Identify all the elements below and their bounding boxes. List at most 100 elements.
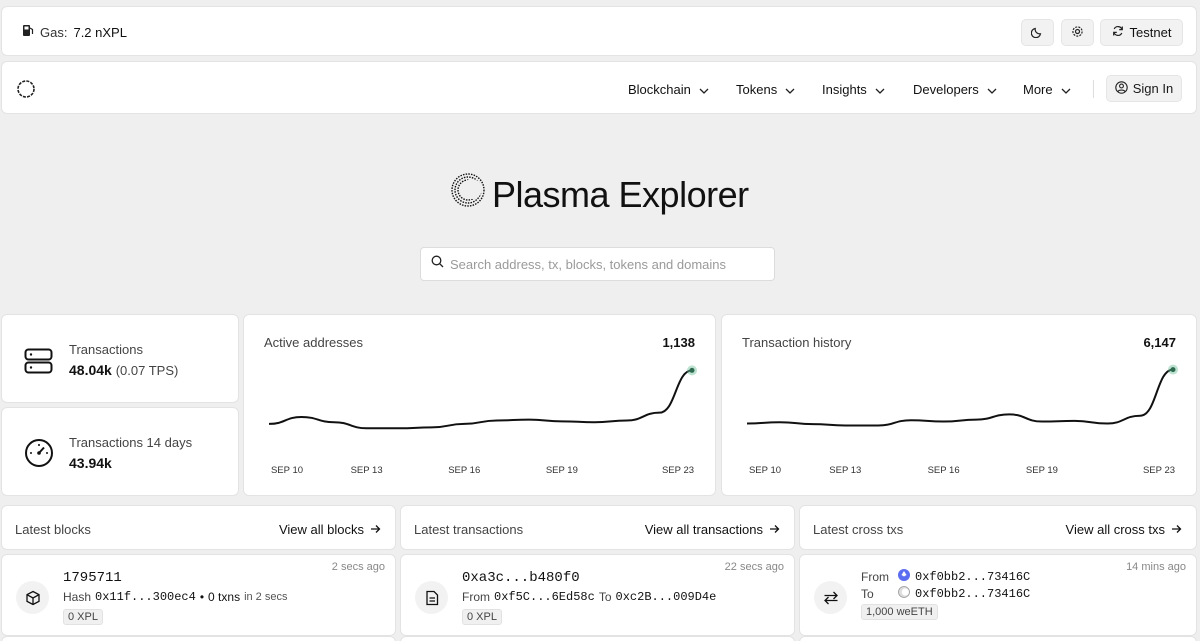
chevron-down-icon (987, 82, 997, 97)
block-txns: 0 txns (208, 590, 241, 604)
gauge-icon (24, 438, 54, 473)
chevron-down-icon (785, 82, 795, 97)
sign-in-label: Sign In (1132, 81, 1174, 96)
nav-blockchain-label: Blockchain (628, 82, 691, 97)
block-reward-badge: 0 XPL (63, 609, 103, 625)
series-line (268, 369, 693, 430)
x-tick-label: SEP 23 (1143, 465, 1175, 476)
cross-time: 14 mins ago (1126, 561, 1186, 573)
transaction-row[interactable] (400, 636, 795, 641)
stat-tps: (0.07 TPS) (115, 363, 179, 378)
panel-title: Latest transactions (414, 522, 524, 537)
block-hash[interactable]: 0x11f...300ec4 (95, 590, 196, 604)
fuel-icon (22, 24, 34, 40)
server-icon (24, 348, 54, 379)
chevron-down-icon (699, 82, 709, 97)
cross-to-address[interactable]: 0xf0bb2...73416C (915, 587, 1030, 601)
x-tick-label: SEP 13 (829, 465, 861, 476)
stat-value: 48.04k (0.07 TPS) (69, 362, 178, 378)
arrow-right-icon (769, 522, 780, 537)
block-details: Hash 0x11f...300ec4 • 0 txns in 2 secs (63, 590, 287, 604)
from-label: From (462, 590, 490, 604)
document-icon (415, 581, 448, 614)
search-bar[interactable] (420, 247, 775, 281)
latest-point (1170, 367, 1176, 373)
network-switch-button[interactable]: Testnet (1100, 19, 1183, 46)
chart-active-addresses[interactable]: Active addresses 1,138 SEP 10 SEP 13 SEP 1… (243, 314, 716, 496)
stat-number: 43.94k (69, 455, 112, 471)
from-label: From (861, 569, 889, 584)
cross-from-address[interactable]: 0xf0bb2...73416C (915, 570, 1030, 584)
x-tick-label: SEP 10 (749, 465, 781, 476)
link-label: View all cross txs (1065, 522, 1165, 537)
latest-point (689, 367, 695, 373)
search-input[interactable] (450, 256, 760, 272)
stat-label: Transactions 14 days (69, 435, 193, 450)
block-row[interactable]: 2 secs ago 1795711 Hash 0x11f...300ec4 •… (1, 554, 396, 636)
panel-header-transactions: Latest transactions View all transaction… (400, 505, 795, 550)
link-label: View all blocks (278, 522, 364, 537)
arrow-right-icon (1171, 522, 1182, 537)
view-all-cross-txs-link[interactable]: View all cross txs (1066, 522, 1182, 537)
x-tick-label: SEP 19 (1026, 465, 1058, 476)
x-tick-label: SEP 13 (351, 465, 383, 476)
dark-mode-button[interactable] (1021, 19, 1054, 46)
settings-button[interactable] (1061, 19, 1094, 46)
page-title: Plasma Explorer (450, 172, 749, 217)
link-label: View all transactions (644, 522, 763, 537)
nav-more[interactable]: More (1023, 82, 1071, 97)
x-tick-label: SEP 16 (448, 465, 480, 476)
chevron-down-icon (1061, 82, 1071, 97)
gas-price: Gas: 7.2 nXPL (22, 24, 127, 40)
gas-value: 7.2 nXPL (73, 24, 127, 40)
nav-bar: Blockchain Tokens Insights Developers Mo… (1, 61, 1197, 114)
sign-in-button[interactable]: Sign In (1106, 75, 1182, 102)
nav-developers[interactable]: Developers (913, 82, 997, 97)
stat-transactions: Transactions 48.04k (0.07 TPS) (1, 314, 239, 403)
panel-header-cross-txs: Latest cross txs View all cross txs (799, 505, 1197, 550)
block-number[interactable]: 1795711 (63, 570, 287, 586)
cross-tx-row[interactable] (799, 636, 1197, 641)
refresh-icon (1112, 25, 1124, 40)
view-all-transactions-link[interactable]: View all transactions (645, 522, 780, 537)
nav-insights[interactable]: Insights (822, 82, 885, 97)
tx-to-address[interactable]: 0xc2B...009D4e (616, 590, 717, 604)
panel-header-blocks: Latest blocks View all blocks (1, 505, 396, 550)
plasma-logo-icon[interactable] (16, 79, 36, 104)
panel-title: Latest cross txs (813, 522, 904, 537)
cross-tx-row[interactable]: 14 mins ago From 0xf0bb2...73416C To 0xf… (799, 554, 1197, 636)
nav-tokens-label: Tokens (736, 82, 778, 97)
network-label: Testnet (1129, 25, 1172, 40)
swap-icon (814, 581, 847, 614)
transaction-row[interactable]: 22 secs ago 0xa3c...b480f0 From 0xf5C...… (400, 554, 795, 636)
nav-tokens[interactable]: Tokens (736, 82, 795, 97)
nav-more-label: More (1023, 82, 1053, 97)
ethereum-icon (898, 569, 910, 584)
nav-blockchain[interactable]: Blockchain (628, 82, 709, 97)
plasma-logo-icon (450, 172, 486, 217)
block-interval: in 2 secs (244, 591, 288, 603)
block-row[interactable] (1, 636, 396, 641)
x-tick-label: SEP 16 (928, 465, 960, 476)
chart-plot: SEP 10 SEP 13 SEP 16 SEP 19 SEP 23 (268, 365, 697, 476)
separator-dot: • (199, 590, 205, 604)
nav-divider (1093, 80, 1094, 98)
chart-transaction-history[interactable]: Transaction history 6,147 SEP 10 SEP 13 SE… (721, 314, 1197, 496)
nav-developers-label: Developers (913, 82, 979, 97)
plasma-chain-icon (898, 586, 910, 601)
panel-title: Latest blocks (15, 522, 91, 537)
tx-from-address[interactable]: 0xf5C...6Ed58c (494, 590, 595, 604)
stat-value: 43.94k (69, 455, 192, 471)
cross-amount-badge: 1,000 weETH (861, 604, 938, 620)
x-tick-label: SEP 10 (271, 465, 303, 476)
search-icon (431, 255, 444, 273)
nav-insights-label: Insights (822, 82, 867, 97)
gear-icon (1071, 25, 1084, 41)
view-all-blocks-link[interactable]: View all blocks (279, 522, 381, 537)
to-label: To (861, 586, 874, 601)
to-label: To (598, 590, 612, 604)
stat-label: Transactions (69, 342, 143, 357)
cross-to: To 0xf0bb2...73416C (861, 586, 1030, 601)
stat-number: 48.04k (69, 362, 112, 378)
tx-hash[interactable]: 0xa3c...b480f0 (462, 570, 716, 586)
